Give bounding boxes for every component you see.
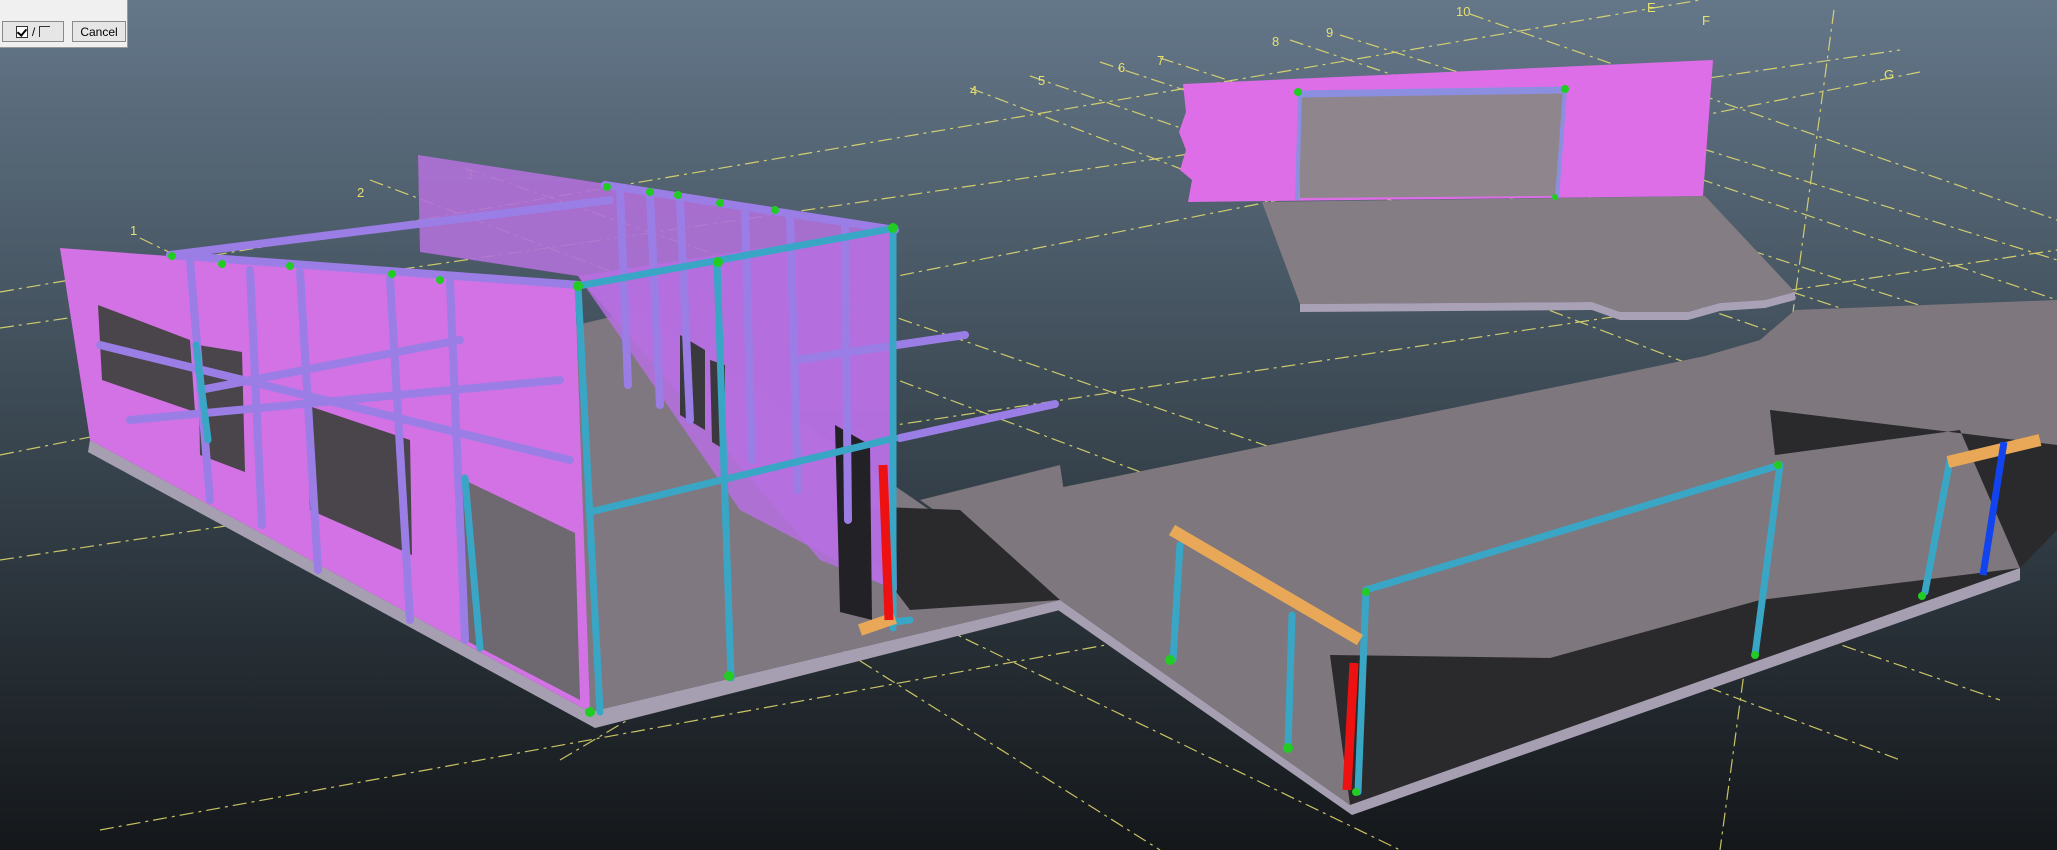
grid-label-row-5: 5	[1038, 73, 1045, 88]
grid-label-col-f: F	[1702, 13, 1710, 28]
selection-dialog: / Cancel	[0, 0, 128, 48]
upper-wall[interactable]	[1179, 60, 1713, 202]
grid-label-col-g: G	[1884, 67, 1894, 82]
grid-label-row-8: 8	[1272, 34, 1279, 49]
model-viewport[interactable]: 1 2 3 4 5 6 7 8 9 10 E F G	[0, 0, 2057, 850]
upper-slab[interactable]	[1262, 196, 1795, 320]
cancel-button[interactable]: Cancel	[72, 21, 126, 42]
select-mode-separator: /	[31, 24, 36, 39]
select-mode-button[interactable]: /	[2, 21, 64, 42]
unchecked-box-icon	[39, 26, 51, 37]
grid-label-row-2: 2	[357, 185, 364, 200]
grid-label-row-10: 10	[1456, 4, 1470, 19]
grid-label-row-1: 1	[130, 223, 137, 238]
grid-label-row-7: 7	[1157, 53, 1164, 68]
red-column-left[interactable]	[878, 464, 894, 621]
grid-label-row-6: 6	[1118, 60, 1125, 75]
grid-label-col-e: E	[1647, 0, 1656, 15]
grid-label-row-9: 9	[1326, 25, 1333, 40]
grid-label-row-4: 4	[970, 83, 977, 98]
checked-box-icon	[15, 25, 28, 38]
